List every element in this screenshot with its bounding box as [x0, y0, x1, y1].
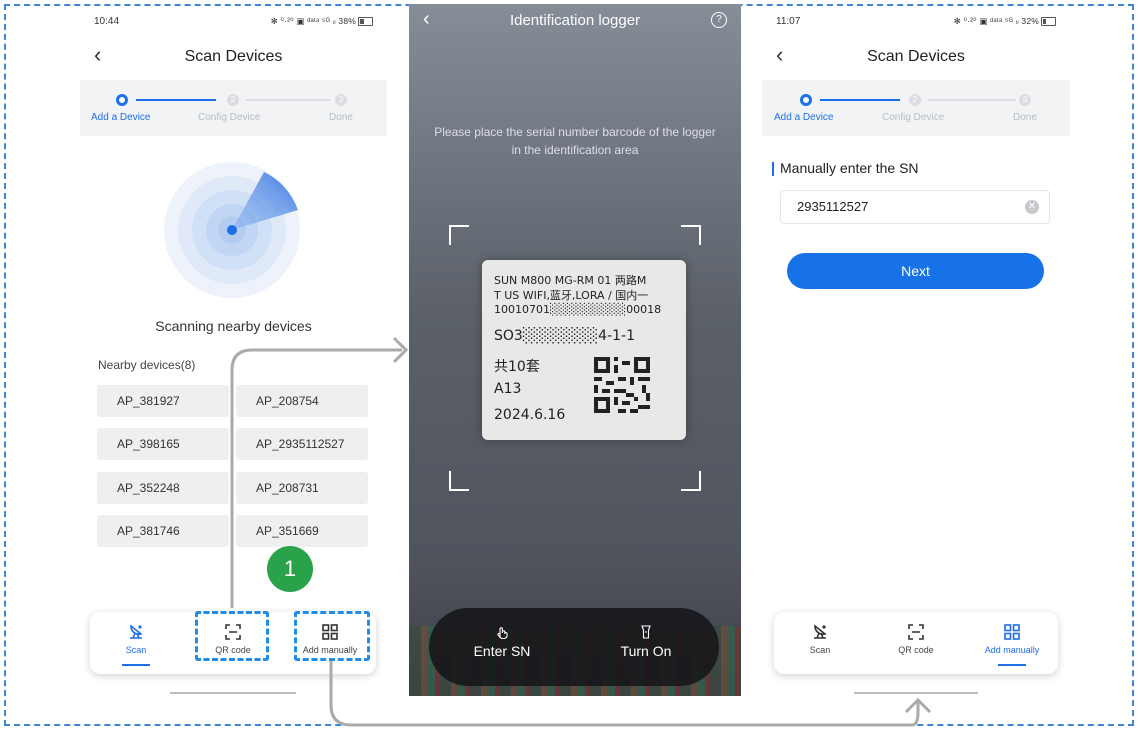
- step-label-done: Done: [329, 112, 353, 123]
- tab-label: Add manually: [984, 645, 1040, 655]
- qr-code-image: [594, 357, 650, 413]
- hand-tap-icon: [497, 627, 508, 640]
- nearby-devices-label: Nearby devices(8): [98, 358, 196, 372]
- device-item[interactable]: AP_208754: [236, 385, 368, 417]
- tab-scan[interactable]: Scan: [90, 622, 182, 666]
- satellite-icon: [130, 624, 143, 639]
- step-2-dot: 2: [227, 94, 239, 106]
- scan-frame-icon: [908, 624, 924, 640]
- device-item[interactable]: AP_351669: [236, 515, 368, 547]
- page-title: Scan Devices: [184, 48, 283, 65]
- tab-label: Scan: [125, 645, 147, 655]
- label-line: SUN M800 MG-RM 01 两路M: [494, 274, 647, 287]
- tab-scan[interactable]: Scan: [774, 622, 866, 655]
- page-title: Scan Devices: [867, 48, 965, 65]
- stepper: 2 3 Add a Device Config Device Done: [80, 80, 387, 136]
- help-icon[interactable]: ?: [711, 12, 727, 28]
- step-label-done: Done: [1013, 112, 1037, 123]
- sn-value: 2935112527: [797, 199, 869, 214]
- label-line: 10010701░░░░░░░░░00018: [494, 303, 662, 316]
- tab-qr-code[interactable]: QR code: [870, 622, 962, 655]
- satellite-icon: [814, 624, 827, 639]
- status-time: 10:44: [94, 16, 120, 27]
- step-1-dot: [800, 94, 812, 106]
- sn-input[interactable]: 2935112527 ✕: [780, 190, 1050, 224]
- step-label-config: Config Device: [198, 112, 261, 123]
- step-number-badge: 1: [267, 546, 313, 592]
- camera-action-bar: Enter SN Turn On: [429, 608, 719, 686]
- status-icons: ✻ ⁰·²⁰ ▣ ᵈᵃᵗᵃ ⁵ᴳ ₗₗ 38%: [271, 16, 373, 27]
- enter-sn-button[interactable]: Enter SN: [442, 624, 562, 659]
- step-label-add: Add a Device: [91, 112, 151, 123]
- scan-corner: [449, 471, 469, 491]
- device-item[interactable]: AP_2935112527: [236, 428, 368, 460]
- status-bar: 10:44 ✻ ⁰·²⁰ ▣ ᵈᵃᵗᵃ ⁵ᴳ ₗₗ 38%: [94, 16, 373, 32]
- next-button[interactable]: Next: [787, 253, 1044, 289]
- step-3-dot: 3: [335, 94, 347, 106]
- active-tab-indicator: [998, 664, 1026, 666]
- scan-corner: [449, 225, 469, 245]
- camera-title: Identification logger: [509, 12, 641, 29]
- step-label-add: Add a Device: [774, 112, 834, 123]
- grid-icon: [1004, 624, 1020, 640]
- status-time: 11:07: [776, 16, 801, 27]
- scan-corner: [681, 471, 701, 491]
- battery-icon: [1041, 17, 1056, 27]
- tab-label: QR code: [898, 645, 934, 655]
- flashlight-icon: [641, 625, 651, 639]
- section-accent-bar: [772, 162, 774, 176]
- step-line: [820, 99, 900, 101]
- enter-sn-label: Enter SN: [473, 643, 531, 659]
- section-title: Manually enter the SN: [780, 160, 919, 176]
- step-2-dot: 2: [909, 94, 921, 106]
- camera-screen: ‹ Identification logger ? Please place t…: [409, 4, 741, 696]
- left-phone-screen: 10:44 ✻ ⁰·²⁰ ▣ ᵈᵃᵗᵃ ⁵ᴳ ₗₗ 38% ‹ Scan Dev…: [80, 8, 387, 698]
- device-item[interactable]: AP_352248: [97, 472, 229, 504]
- status-icons: ✻ ⁰·²⁰ ▣ ᵈᵃᵗᵃ ⁵ᴳ ₗₗ 32%: [954, 16, 1056, 27]
- turn-on-flashlight-button[interactable]: Turn On: [586, 624, 706, 659]
- radar-graphic: [164, 162, 300, 298]
- home-indicator: [854, 692, 978, 694]
- scan-guide-text: Please place the serial number barcode o…: [434, 125, 716, 157]
- label-line: T US WIFI,蓝牙,LORA / 国内一: [494, 289, 649, 302]
- qr-code-highlight: [195, 611, 269, 661]
- label-line: 2024.6.16: [494, 407, 566, 423]
- step-line: [136, 99, 216, 101]
- add-manually-highlight: [294, 611, 370, 661]
- scanning-text: Scanning nearby devices: [155, 318, 312, 334]
- step-label-config: Config Device: [882, 112, 945, 123]
- label-line: 共10套: [494, 359, 540, 375]
- device-item[interactable]: AP_381746: [97, 515, 229, 547]
- battery-icon: [358, 17, 373, 27]
- turn-on-label: Turn On: [620, 643, 672, 659]
- label-line: A13: [494, 381, 522, 397]
- scan-corner: [681, 225, 701, 245]
- clear-icon[interactable]: ✕: [1025, 200, 1039, 214]
- step-line: [246, 99, 330, 101]
- device-item[interactable]: AP_381927: [97, 385, 229, 417]
- status-bar: 11:07 ✻ ⁰·²⁰ ▣ ᵈᵃᵗᵃ ⁵ᴳ ₗₗ 32%: [776, 16, 1056, 32]
- stepper: 2 3 Add a Device Config Device Done: [762, 80, 1070, 136]
- step-line: [928, 99, 1016, 101]
- tab-label: Scan: [809, 645, 831, 655]
- label-line: SO3░░░░░░░4-1-1: [494, 328, 636, 344]
- step-3-dot: 3: [1019, 94, 1031, 106]
- step-1-dot: [116, 94, 128, 106]
- right-phone-screen: 11:07 ✻ ⁰·²⁰ ▣ ᵈᵃᵗᵃ ⁵ᴳ ₗₗ 32% ‹ Scan Dev…: [762, 8, 1070, 698]
- device-item[interactable]: AP_398165: [97, 428, 229, 460]
- tab-add-manually[interactable]: Add manually: [966, 622, 1058, 666]
- home-indicator: [170, 692, 296, 694]
- logger-label-photo: SUN M800 MG-RM 01 两路M T US WIFI,蓝牙,LORA …: [482, 260, 686, 440]
- bottom-tab-bar: Scan QR code Add manually: [774, 612, 1058, 674]
- active-tab-indicator: [122, 664, 150, 666]
- radar-icon: [166, 164, 298, 296]
- device-item[interactable]: AP_208731: [236, 472, 368, 504]
